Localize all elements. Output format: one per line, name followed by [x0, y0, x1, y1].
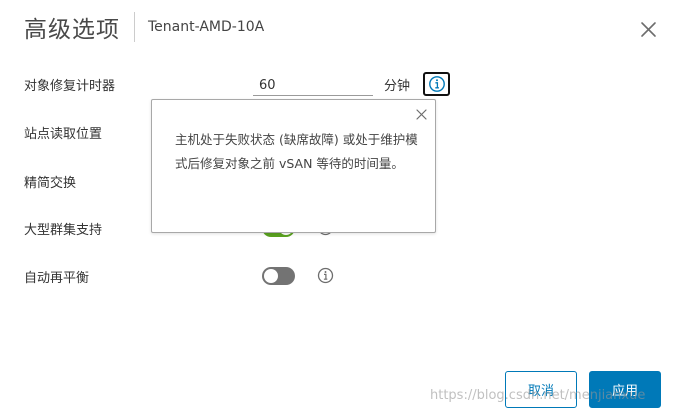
toggle-knob [264, 269, 278, 283]
close-icon[interactable] [416, 109, 427, 120]
watermark: https://blog.csdn.net/menjianxue [430, 388, 646, 403]
site-read-locality-label: 站点读取位置 [24, 127, 103, 142]
popover-text: 主机处于失败状态 (缺席故障) 或处于维护模式后修复对象之前 vSAN 等待的时… [175, 132, 418, 171]
auto-rebalance-label: 自动再平衡 [24, 271, 90, 286]
repair-timer-input[interactable] [253, 75, 373, 96]
info-icon[interactable] [317, 267, 334, 284]
header-divider [134, 12, 135, 42]
dialog-subtitle: Tenant-AMD-10A [148, 19, 265, 35]
auto-rebalance-toggle[interactable] [262, 267, 295, 285]
info-popover: 主机处于失败状态 (缺席故障) 或处于维护模式后修复对象之前 vSAN 等待的时… [151, 99, 436, 233]
dialog-header: 高级选项 Tenant-AMD-10A [24, 10, 264, 44]
dialog-title: 高级选项 [24, 17, 120, 43]
large-cluster-support-label: 大型群集支持 [24, 223, 103, 238]
repair-timer-field[interactable] [253, 74, 373, 96]
repair-timer-info-button[interactable] [423, 72, 450, 96]
close-icon[interactable] [640, 21, 657, 38]
thin-swap-label: 精简交换 [24, 176, 77, 191]
info-icon [428, 76, 445, 92]
repair-timer-unit: 分钟 [384, 79, 411, 94]
repair-timer-label: 对象修复计时器 [24, 79, 116, 94]
